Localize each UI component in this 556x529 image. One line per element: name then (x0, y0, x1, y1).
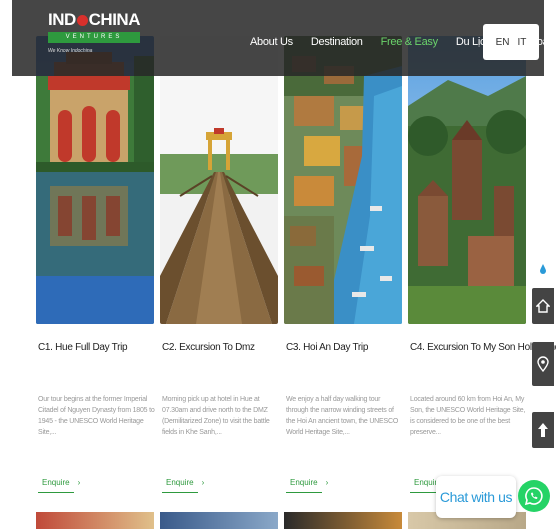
nav-about-us[interactable]: About Us (250, 36, 293, 48)
logo-wordmark: IND CHINA (48, 10, 141, 30)
enquire-link[interactable]: Enquire › (166, 478, 204, 487)
language-switcher: EN IT (483, 24, 539, 60)
chevron-right-icon: › (201, 478, 205, 487)
enquire-link[interactable]: Enquire › (290, 478, 328, 487)
tour-card-hue[interactable]: C1. Hue Full Day Trip Our tour begins at… (36, 36, 155, 493)
scroll-top-button[interactable] (532, 412, 554, 448)
tour-description: We enjoy a half day walking tour through… (286, 396, 399, 436)
enquire-link[interactable]: Enquire › (42, 478, 80, 487)
chevron-right-icon: › (77, 478, 81, 487)
tour-cards: C1. Hue Full Day Trip Our tour begins at… (36, 36, 556, 516)
whatsapp-button[interactable] (518, 480, 550, 512)
next-tour-image[interactable] (284, 512, 402, 529)
logo-dot-icon (76, 14, 88, 26)
location-icon (537, 356, 549, 372)
site-header: IND CHINA VENTURES We Know Indochina Abou… (12, 0, 551, 76)
arrow-up-icon (538, 423, 548, 437)
enquire-underline (162, 492, 198, 493)
drop-icon (540, 264, 546, 274)
home-button[interactable] (532, 288, 554, 324)
site-logo[interactable]: IND CHINA VENTURES We Know Indochina (48, 10, 141, 54)
enquire-underline (286, 492, 322, 493)
enquire-underline (38, 492, 74, 493)
tour-description: Located around 60 km from Hoi An, My Son… (410, 396, 526, 436)
next-tour-image[interactable] (36, 512, 154, 529)
chevron-right-icon: › (325, 478, 329, 487)
tour-description: Morning pick up at hotel in Hue at 07.30… (162, 396, 270, 436)
chat-with-us-bubble[interactable]: Chat with us (436, 476, 516, 518)
logo-text-left: IND (48, 10, 76, 29)
home-icon (536, 299, 550, 313)
tour-card-hoi-an[interactable]: C3. Hoi An Day Trip We enjoy a half day … (284, 36, 402, 493)
tour-image-dmz[interactable] (160, 36, 278, 324)
tour-image-my-son[interactable] (408, 36, 526, 324)
tour-title[interactable]: C1. Hue Full Day Trip (38, 342, 128, 353)
lang-it[interactable]: IT (518, 37, 527, 48)
tour-title[interactable]: C2. Excursion To Dmz (162, 342, 255, 353)
location-button[interactable] (532, 342, 554, 386)
enquire-label: Enquire (166, 478, 194, 487)
lang-en[interactable]: EN (496, 37, 510, 48)
tour-title[interactable]: C3. Hoi An Day Trip (286, 342, 368, 353)
page: C1. Hue Full Day Trip Our tour begins at… (0, 0, 556, 529)
nav-free-and-easy[interactable]: Free & Easy (381, 36, 439, 48)
tour-description: Our tour begins at the former Imperial C… (38, 396, 155, 436)
next-tour-image[interactable] (160, 512, 278, 529)
tour-image-hoi-an[interactable] (284, 36, 402, 324)
tour-card-dmz[interactable]: C2. Excursion To Dmz Morning pick up at … (160, 36, 278, 493)
whatsapp-icon (524, 487, 543, 506)
nav-destination[interactable]: Destination (311, 36, 363, 48)
tour-card-my-son[interactable]: C4. Excursion To My Son Holy Land Locate… (408, 36, 556, 493)
enquire-label: Enquire (42, 478, 70, 487)
logo-subtitle: VENTURES (48, 32, 140, 43)
logo-text-right: CHINA (88, 10, 141, 29)
tour-image-hue[interactable] (36, 36, 154, 324)
logo-tagline: We Know Indochina (48, 48, 93, 54)
enquire-label: Enquire (290, 478, 318, 487)
side-notch (538, 262, 548, 276)
